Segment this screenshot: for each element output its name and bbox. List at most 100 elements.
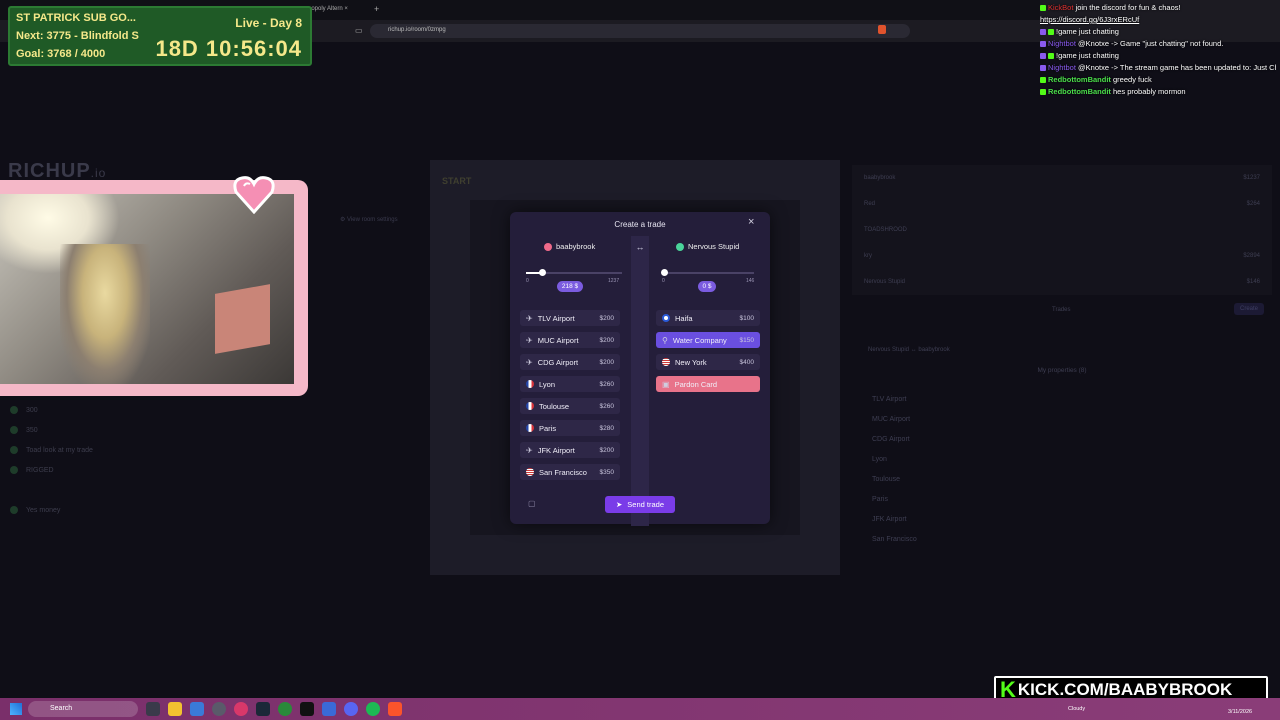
sub-goal-progress: Goal: 3768 / 4000 (16, 48, 106, 60)
usa-flag-icon (662, 358, 670, 366)
slider-handle[interactable] (661, 269, 668, 276)
faucet-icon: ⚲ (662, 335, 668, 345)
live-day: Live - Day 8 (235, 16, 302, 30)
chat-line: https://discord.gg/6J3rxERcUf (1040, 15, 1140, 24)
property-item-selected[interactable]: ⚲ Water Company $150 (656, 332, 760, 348)
message-icon[interactable]: ▢ (528, 499, 536, 508)
property-row[interactable]: MUC Airport (852, 409, 1272, 429)
property-item[interactable]: Paris $280 (520, 420, 620, 436)
pardon-card[interactable]: ▣ Pardon Card (656, 376, 760, 392)
players-panel: baabybrook $1237 Red $264 TOADSHROOD kry $2… (852, 165, 1272, 580)
france-flag-icon (526, 380, 534, 388)
room-settings-link[interactable]: ⚙ View room settings (340, 216, 398, 223)
discord-icon[interactable] (344, 702, 358, 716)
trade-row[interactable]: Nervous Stupid ↔ baabybrook (852, 347, 1272, 367)
xbox-icon[interactable] (278, 702, 292, 716)
property-item[interactable]: New York $400 (656, 354, 760, 370)
france-flag-icon (526, 424, 534, 432)
slider-handle[interactable] (539, 269, 546, 276)
weather-label: Cloudy (1068, 706, 1086, 712)
file-explorer-icon[interactable] (168, 702, 182, 716)
slider-min: 0 (526, 278, 529, 284)
trades-label: Trades (1052, 307, 1071, 313)
brave-shield-icon[interactable] (878, 25, 886, 34)
property-item[interactable]: ✈ TLV Airport $200 (520, 310, 620, 326)
property-row[interactable]: Paris (852, 489, 1272, 509)
address-bar[interactable]: richup.io/room/0zmpg (370, 24, 910, 38)
task-view-icon[interactable] (146, 702, 160, 716)
new-tab-icon[interactable]: + (374, 4, 379, 14)
airplane-icon: ✈ (526, 357, 533, 367)
brave-icon[interactable] (388, 702, 402, 716)
windows-start-icon[interactable] (10, 703, 22, 715)
chat-line: RedbottomBandit hes probably mormon (1040, 86, 1276, 98)
property-row[interactable]: Toulouse (852, 469, 1272, 489)
steam-icon[interactable] (256, 702, 270, 716)
airplane-icon: ✈ (526, 445, 533, 455)
send-icon: ➤ (616, 500, 623, 509)
property-item[interactable]: Lyon $260 (520, 376, 620, 392)
game-chat: 300 350 Toad look at my trade RIGGED Yes… (10, 400, 420, 570)
taskbar-search[interactable]: Search (28, 701, 138, 717)
right-money-slider[interactable] (661, 269, 754, 276)
property-item[interactable]: San Francisco $350 (520, 464, 620, 480)
player-row: TOADSHROOD (852, 217, 1272, 243)
chat-message: RIGGED (10, 460, 420, 480)
left-property-list: ✈ TLV Airport $200 ✈ MUC Airport $200 ✈ CDG A… (520, 310, 620, 486)
app-icon[interactable] (322, 702, 336, 716)
tiktok-icon[interactable] (300, 702, 314, 716)
close-icon[interactable]: × (748, 216, 754, 228)
chat-line: RedbottomBandit greedy fuck (1040, 74, 1276, 86)
webcam-feed (0, 194, 294, 384)
heart-icon (233, 176, 275, 214)
bookmark-icon[interactable]: ▭ (355, 26, 363, 35)
property-row[interactable]: CDG Airport (852, 429, 1272, 449)
spotify-icon[interactable] (366, 702, 380, 716)
property-item[interactable]: ✈ CDG Airport $200 (520, 354, 620, 370)
taskbar: Search Cloudy 3/11/2026 (0, 698, 1280, 720)
property-row[interactable]: TLV Airport (852, 389, 1272, 409)
property-item[interactable]: Haifa $100 (656, 310, 760, 326)
countdown-timer: 18D 10:56:04 (155, 36, 302, 61)
chat-message: 300 (10, 400, 420, 420)
property-item[interactable]: ✈ MUC Airport $200 (520, 332, 620, 348)
left-player-header: baabybrook (544, 242, 595, 251)
folder-icon[interactable] (190, 702, 204, 716)
app-icon[interactable] (234, 702, 248, 716)
taskbar-clock[interactable]: 3/11/2026 (1228, 702, 1252, 716)
swap-icon: ↔ (635, 242, 645, 252)
property-row[interactable]: Lyon (852, 449, 1272, 469)
chat-line: !game just chatting (1040, 26, 1276, 38)
airplane-icon: ✈ (526, 335, 533, 345)
send-trade-button[interactable]: ➤ Send trade (605, 496, 675, 513)
my-properties-label: My properties (8) (1037, 367, 1087, 374)
card-icon: ▣ (662, 379, 670, 389)
chat-line: Nightbot @Knotxe -> The stream game has … (1040, 62, 1276, 74)
property-row[interactable]: San Francisco (852, 529, 1272, 549)
left-money-value: 218 $ (557, 281, 583, 292)
chat-line: !game just chatting (1040, 50, 1276, 62)
sub-goal-next: Next: 3775 - Blindfold S (16, 30, 139, 42)
israel-flag-icon (662, 314, 670, 322)
right-money-value: 0 $ (698, 281, 716, 292)
player-row: Red $264 (852, 191, 1272, 217)
avatar (544, 242, 552, 251)
property-item[interactable]: ✈ JFK Airport $200 (520, 442, 620, 458)
avatar (676, 242, 684, 251)
sub-goal-title: ST PATRICK SUB GO... (16, 12, 136, 24)
player-row: Nervous Stupid $146 (852, 269, 1272, 295)
chat-line: KickBot join the discord for fun & chaos… (1040, 2, 1276, 14)
player-row: kry $2894 (852, 243, 1272, 269)
chat-message: Yes money (10, 500, 420, 520)
airplane-icon: ✈ (526, 313, 533, 323)
create-trade-modal: Create a trade × ↔ baabybrook Nervous St… (510, 212, 770, 526)
obs-icon[interactable] (212, 702, 226, 716)
property-row[interactable]: JFK Airport (852, 509, 1272, 529)
left-money-slider[interactable] (526, 269, 622, 276)
chat-line: Nightbot @Knotxe -> Game "just chatting"… (1040, 38, 1276, 50)
create-trade-button[interactable]: Create (1233, 303, 1264, 315)
stream-chat-overlay: KickBot join the discord for fun & chaos… (1040, 2, 1276, 110)
modal-title: Create a trade (614, 220, 666, 229)
usa-flag-icon (526, 468, 534, 476)
property-item[interactable]: Toulouse $260 (520, 398, 620, 414)
